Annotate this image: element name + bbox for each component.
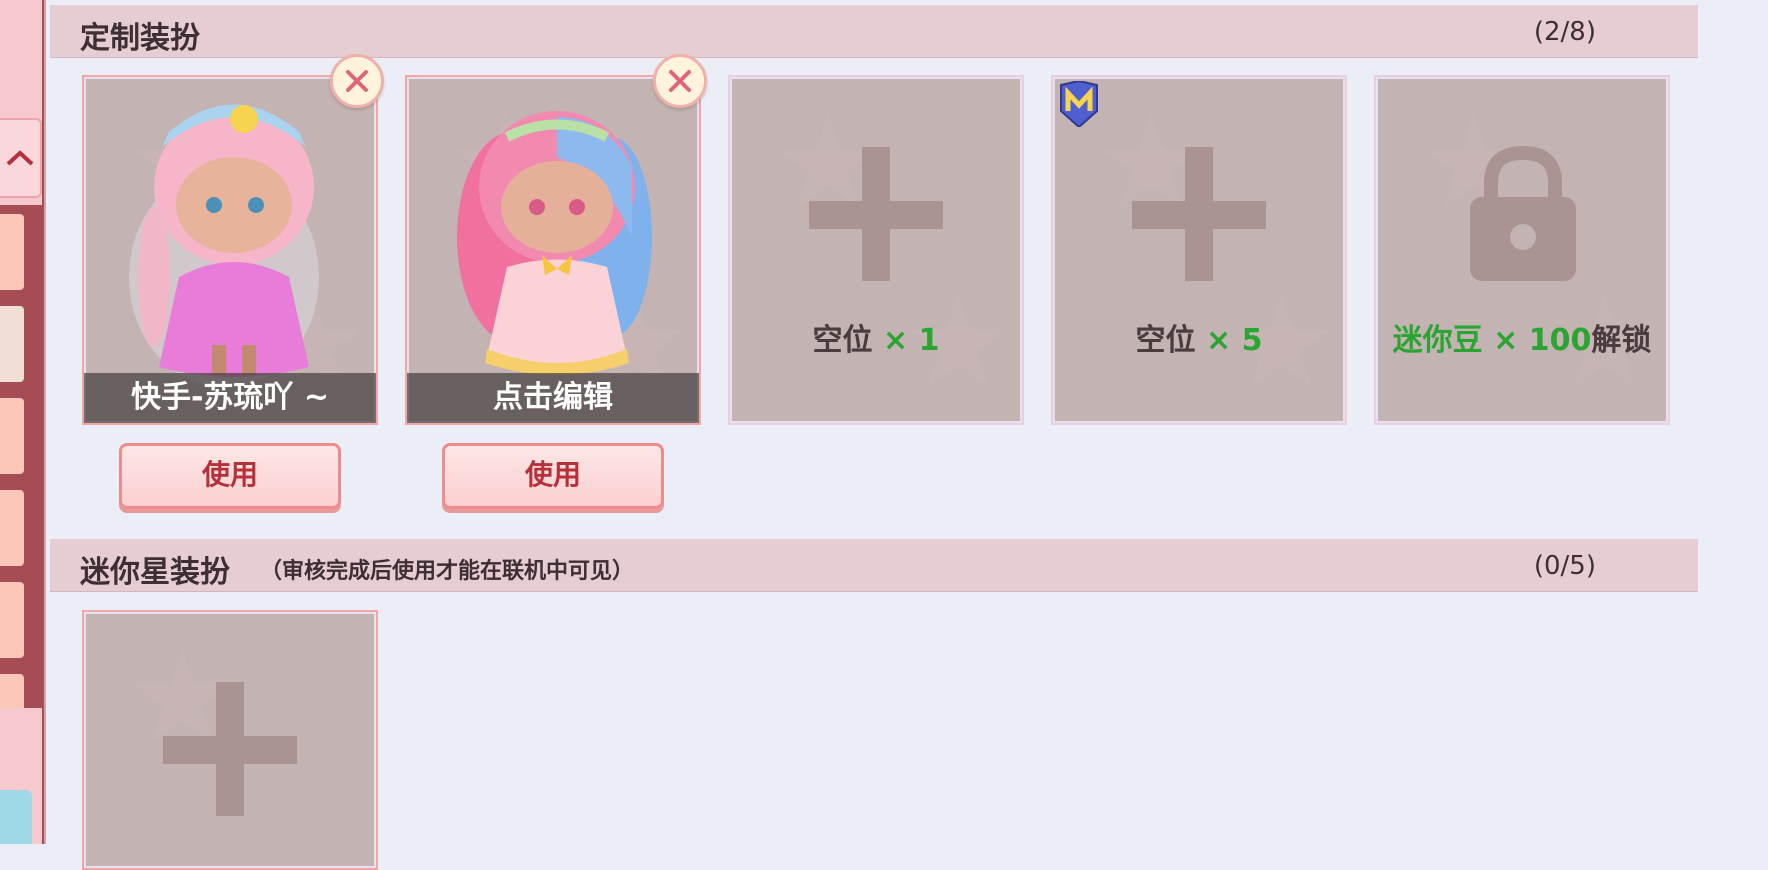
scroll-up-button[interactable] — [0, 118, 42, 198]
section-count: (2/8) — [1533, 17, 1596, 47]
avatar-image — [457, 111, 652, 375]
outfit-slot-1[interactable]: ★ ★ 快手-苏琉吖 ~ — [82, 75, 378, 425]
empty-slot-2[interactable]: ★ ★ 空位 × 5 — [1051, 75, 1347, 425]
delete-outfit-button[interactable] — [653, 54, 707, 108]
locked-slot[interactable]: ★ ★ 迷你豆 × 100解锁 — [1374, 75, 1670, 425]
unlock-label: 迷你豆 × 100解锁 — [1392, 323, 1652, 358]
chevron-up-icon — [6, 150, 34, 166]
section-count: (0/5) — [1533, 551, 1596, 581]
side-corner-tile[interactable] — [0, 790, 32, 844]
close-icon — [346, 70, 368, 92]
mini-star-empty-slot[interactable]: ★ — [82, 610, 378, 870]
side-tab[interactable] — [0, 306, 24, 382]
left-side-panel — [0, 0, 46, 844]
side-tab[interactable] — [0, 490, 24, 566]
add-icon — [1132, 147, 1266, 281]
outfit-slot-2[interactable]: ★ ★ 点击编辑 — [405, 75, 701, 425]
delete-outfit-button[interactable] — [330, 54, 384, 108]
mini-star-outfit-header: 迷你星装扮 （审核完成后使用才能在联机中可见） (0/5) — [50, 539, 1698, 592]
avatar-image — [129, 104, 319, 387]
m-badge-icon — [1060, 81, 1098, 127]
add-icon — [809, 147, 943, 281]
close-icon — [669, 70, 691, 92]
slot-label: 空位 × 1 — [812, 323, 940, 358]
section-title: 迷你星装扮 — [80, 555, 230, 590]
slot-label: 空位 × 5 — [1135, 323, 1263, 358]
empty-slot-1[interactable]: ★ ★ 空位 × 1 — [728, 75, 1024, 425]
side-tab[interactable] — [0, 398, 24, 474]
use-outfit-button[interactable]: 使用 — [442, 443, 664, 509]
use-outfit-button[interactable]: 使用 — [119, 443, 341, 509]
add-icon — [163, 682, 297, 816]
outfit-name: 点击编辑 — [407, 373, 699, 423]
side-tab[interactable] — [0, 214, 24, 290]
section-title: 定制装扮 — [80, 21, 200, 56]
section-subtitle: （审核完成后使用才能在联机中可见） — [260, 559, 635, 584]
custom-outfit-header: 定制装扮 (2/8) — [50, 5, 1698, 58]
lock-icon — [1470, 145, 1576, 281]
side-tab[interactable] — [0, 582, 24, 658]
outfit-name: 快手-苏琉吖 ~ — [84, 373, 376, 423]
